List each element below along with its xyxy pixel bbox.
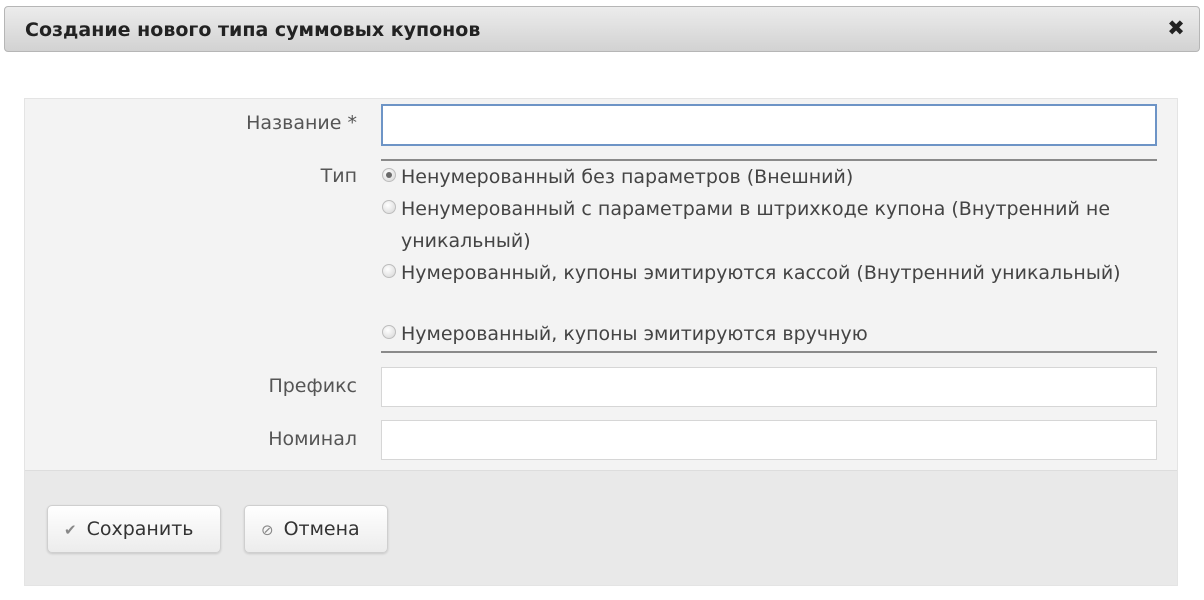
type-option-label: Нумерованный, купоны эмитируются вручную	[401, 323, 868, 345]
type-option-manual[interactable]: Нумерованный, купоны эмитируются вручную	[381, 318, 1151, 350]
save-button[interactable]: ✔ Сохранить	[47, 505, 221, 553]
radio-button[interactable]	[382, 168, 396, 182]
type-option-external[interactable]: Ненумерованный без параметров (Внешний)	[381, 161, 1151, 193]
type-radio-group: Ненумерованный без параметров (Внешний) …	[381, 159, 1157, 353]
nominal-label: Номинал	[268, 428, 357, 450]
name-label: Название *	[246, 112, 357, 134]
radio-button[interactable]	[382, 200, 396, 214]
radio-button[interactable]	[382, 325, 396, 339]
type-option-label: Ненумерованный без параметров (Внешний)	[401, 166, 854, 188]
type-label: Тип	[320, 165, 357, 187]
type-option-internal-nonunique[interactable]: Ненумерованный с параметрами в штрихкоде…	[381, 193, 1151, 257]
nominal-input[interactable]	[381, 420, 1157, 460]
radio-button[interactable]	[382, 264, 396, 278]
cancel-button-label: Отмена	[283, 518, 360, 540]
dialog-footer: ✔ Сохранить ⊘ Отмена	[25, 470, 1177, 585]
dialog-title: Создание нового типа суммовых купонов	[25, 19, 481, 41]
cancel-icon: ⊘	[261, 521, 274, 539]
save-button-label: Сохранить	[86, 518, 194, 540]
name-input[interactable]	[381, 104, 1157, 146]
prefix-input[interactable]	[381, 367, 1157, 407]
prefix-label: Префикс	[268, 375, 357, 397]
cancel-button[interactable]: ⊘ Отмена	[244, 505, 388, 553]
dialog-titlebar: Создание нового типа суммовых купонов ✖	[4, 6, 1200, 52]
checkmark-icon: ✔	[64, 521, 77, 539]
close-icon[interactable]: ✖	[1165, 16, 1187, 40]
type-option-label: Ненумерованный с параметрами в штрихкоде…	[401, 198, 1111, 252]
type-option-label: Нумерованный, купоны эмитируются кассой …	[401, 262, 1121, 284]
type-option-internal-unique[interactable]: Нумерованный, купоны эмитируются кассой …	[381, 257, 1151, 289]
form-panel: Название * Тип Ненумерованный без параме…	[24, 98, 1178, 586]
